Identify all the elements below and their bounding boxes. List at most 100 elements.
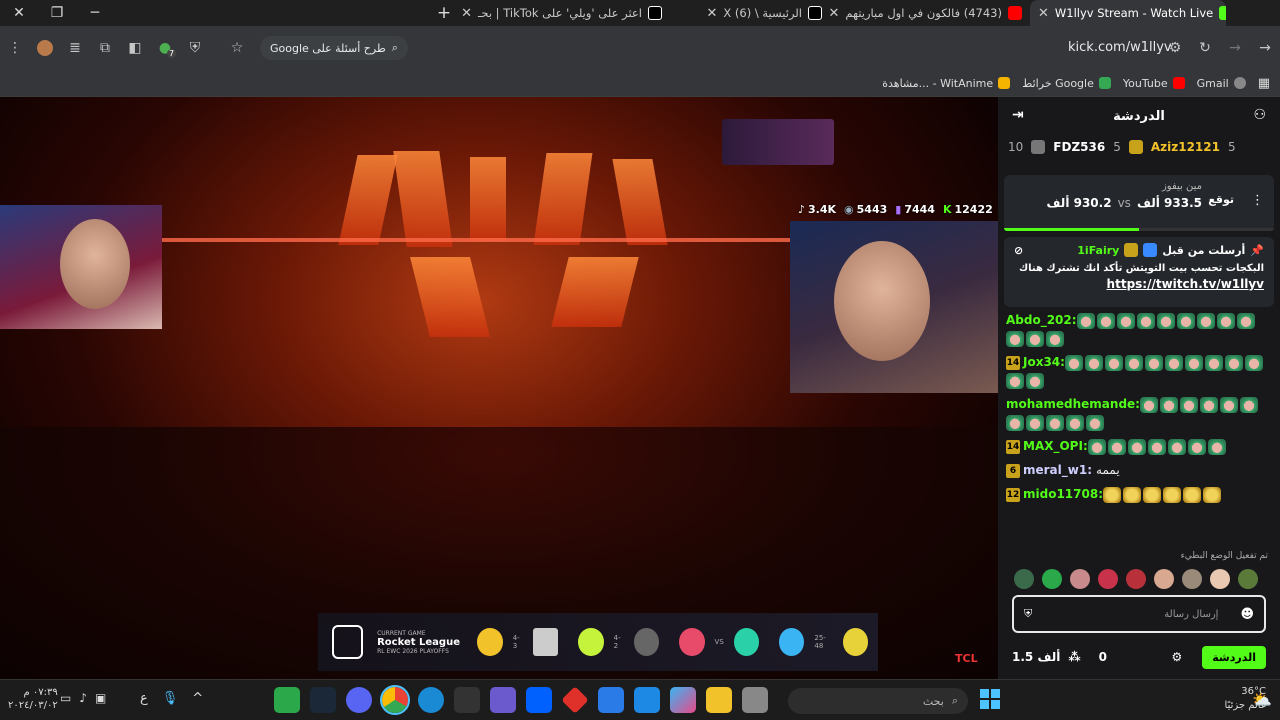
unpin-icon[interactable]: ⊘ xyxy=(1014,244,1023,257)
ask-google-button[interactable]: ⌕ طرح أسئلة على Google xyxy=(260,36,408,60)
forward-icon[interactable]: → xyxy=(1220,33,1250,63)
menu-icon[interactable]: ⋮ xyxy=(0,33,30,63)
chat-username[interactable]: mohamedhemande: xyxy=(1006,397,1140,411)
close-icon[interactable]: ✕ xyxy=(1038,6,1049,21)
emote-icon xyxy=(1143,487,1161,503)
send-chat-button[interactable]: الدردشة xyxy=(1202,645,1266,669)
whatsapp-icon[interactable] xyxy=(274,687,300,713)
profile-avatar[interactable] xyxy=(30,33,60,63)
avatar[interactable] xyxy=(1126,569,1146,589)
new-tab-button[interactable]: + xyxy=(428,3,460,23)
close-icon[interactable]: ✕ xyxy=(830,6,839,21)
bookmark-youtube[interactable]: YouTube xyxy=(1123,77,1185,90)
avatar[interactable] xyxy=(1210,569,1230,589)
close-window-button[interactable]: ✕ xyxy=(0,0,38,26)
language-indicator[interactable]: ع xyxy=(140,691,148,706)
close-icon[interactable]: ✕ xyxy=(461,6,472,21)
twitch-count: 7444 xyxy=(904,203,935,216)
chat-message: mohamedhemande: xyxy=(1006,395,1272,431)
taskbar-search[interactable]: ⌕ بحث xyxy=(788,688,968,714)
witanime-icon xyxy=(998,77,1011,89)
points-count: 0 xyxy=(1098,650,1107,664)
restore-window-button[interactable]: ❐ xyxy=(38,0,76,26)
avatar[interactable] xyxy=(1238,569,1258,589)
epic-games-icon[interactable] xyxy=(454,687,480,713)
globe-icon xyxy=(1233,77,1246,89)
apps-grid-icon[interactable]: ▦ xyxy=(1258,76,1270,91)
chat-username[interactable]: Abdo_202: xyxy=(1006,313,1077,327)
emote-icon xyxy=(1096,313,1115,329)
close-icon[interactable]: ✕ xyxy=(706,6,717,21)
emote-icon xyxy=(1203,487,1221,503)
avatar[interactable] xyxy=(1182,569,1202,589)
chat-username[interactable]: MAX_OPI: xyxy=(1023,439,1088,453)
collapse-chat-icon[interactable]: ⇥ xyxy=(1012,107,1024,123)
prediction-card[interactable]: مين بيفوز 933.5 ألف vs 930.2 ألف توقع ⋮ xyxy=(1004,175,1274,231)
avatar[interactable] xyxy=(1098,569,1118,589)
file-explorer-icon[interactable] xyxy=(706,687,732,713)
mic-icon[interactable]: 🎙 xyxy=(162,691,179,706)
chat-input-placeholder: إرسال رسالة xyxy=(1164,608,1219,620)
emote-icon xyxy=(1244,355,1263,371)
tab-kick[interactable]: ✕ W1llyv Stream - Watch Live xyxy=(1030,0,1226,26)
pinned-author[interactable]: 1iFairy xyxy=(1077,244,1119,257)
extension-badge-icon[interactable]: ● 7 xyxy=(150,33,180,63)
avatar[interactable] xyxy=(1042,569,1062,589)
tab-tiktok[interactable]: اعثر على 'ويلي' على TikTok | بحـ ✕ xyxy=(460,0,670,26)
extensions-icon[interactable]: ⧉ xyxy=(90,33,120,63)
windows-start-icon[interactable] xyxy=(980,689,1000,709)
outlook-icon[interactable] xyxy=(598,687,624,713)
clock[interactable]: ٠٧:٣٩ م ٢٠٢٤/٠٣/٠٢ xyxy=(8,686,58,712)
shield-icon[interactable]: ⛨ xyxy=(180,33,210,63)
steam-icon[interactable] xyxy=(310,687,336,713)
app-icon[interactable] xyxy=(742,687,768,713)
tab-youtube[interactable]: (4743) فالكون في اول مباريتهم ✕ xyxy=(830,0,1030,26)
tab-x[interactable]: الرئيسية \ X (6) ✕ xyxy=(670,0,830,26)
chat-username[interactable]: mido11708: xyxy=(1023,487,1103,501)
visual-studio-icon[interactable] xyxy=(490,687,516,713)
emoji-icon[interactable]: ☻ xyxy=(1240,607,1254,622)
shield-icon[interactable]: ⛨ xyxy=(1024,607,1032,621)
quick-settings[interactable]: ▭ ♪ ▣ xyxy=(60,691,106,705)
chevron-up-icon[interactable]: ^ xyxy=(192,691,203,706)
emote-icon xyxy=(1046,415,1064,431)
search-placeholder: بحث xyxy=(922,694,944,708)
chat-input[interactable]: ☻ إرسال رسالة ⛨ xyxy=(1012,595,1266,633)
edge-icon[interactable] xyxy=(418,687,444,713)
bookmark-gmail[interactable]: Gmail xyxy=(1197,77,1246,90)
team-logo xyxy=(578,628,604,656)
chrome-icon[interactable] xyxy=(380,685,410,715)
users-icon[interactable]: ⚇ xyxy=(1253,107,1266,123)
dropbox-icon[interactable] xyxy=(526,687,552,713)
tab-search-icon[interactable]: ≣ xyxy=(60,33,90,63)
predict-button[interactable]: توقع xyxy=(1208,193,1234,206)
extension-icon[interactable]: ◧ xyxy=(120,33,150,63)
back-icon[interactable]: → xyxy=(1250,33,1280,63)
store-icon[interactable] xyxy=(634,687,660,713)
reload-icon[interactable]: ↻ xyxy=(1190,33,1220,63)
bookmark-witanime[interactable]: مشاهدة... - WitAnime xyxy=(882,77,1011,90)
avatar[interactable] xyxy=(1070,569,1090,589)
minimize-window-button[interactable]: ─ xyxy=(76,0,114,26)
chat-username[interactable]: meral_w1: xyxy=(1023,463,1092,477)
emote-icon xyxy=(1139,397,1158,413)
avatar[interactable] xyxy=(1154,569,1174,589)
youtube-icon xyxy=(1008,6,1022,20)
discord-icon[interactable] xyxy=(346,687,372,713)
emote-icon xyxy=(1236,313,1255,329)
settings-icon[interactable]: ⚙ xyxy=(1172,650,1183,664)
bookmark-maps[interactable]: خرائط Google xyxy=(1022,77,1111,90)
anydesk-icon[interactable] xyxy=(561,686,589,714)
address-bar[interactable]: kick.com/w1llyv xyxy=(1068,40,1172,55)
avatar[interactable] xyxy=(1014,569,1034,589)
video-player[interactable]: ♪ 3.4K ◉ 5443 ▮ 7444 K 12422 CURRENT GAME Ro… xyxy=(0,97,998,679)
kicks-balance[interactable]: 1.5 ألف xyxy=(1012,650,1060,664)
emote-icon xyxy=(1167,439,1186,455)
more-options-icon[interactable]: ⋮ xyxy=(1251,193,1264,208)
pinned-link[interactable]: https://twitch.tv/w1llyv xyxy=(1014,277,1264,291)
chat-username[interactable]: Jox34: xyxy=(1023,355,1065,369)
tab-label: W1llyv Stream - Watch Live xyxy=(1054,6,1214,20)
bookmarks-bar: مشاهدة... - WitAnime خرائط Google YouTub… xyxy=(0,70,1280,97)
copilot-icon[interactable] xyxy=(670,687,696,713)
bookmark-star-icon[interactable]: ☆ xyxy=(222,33,252,63)
